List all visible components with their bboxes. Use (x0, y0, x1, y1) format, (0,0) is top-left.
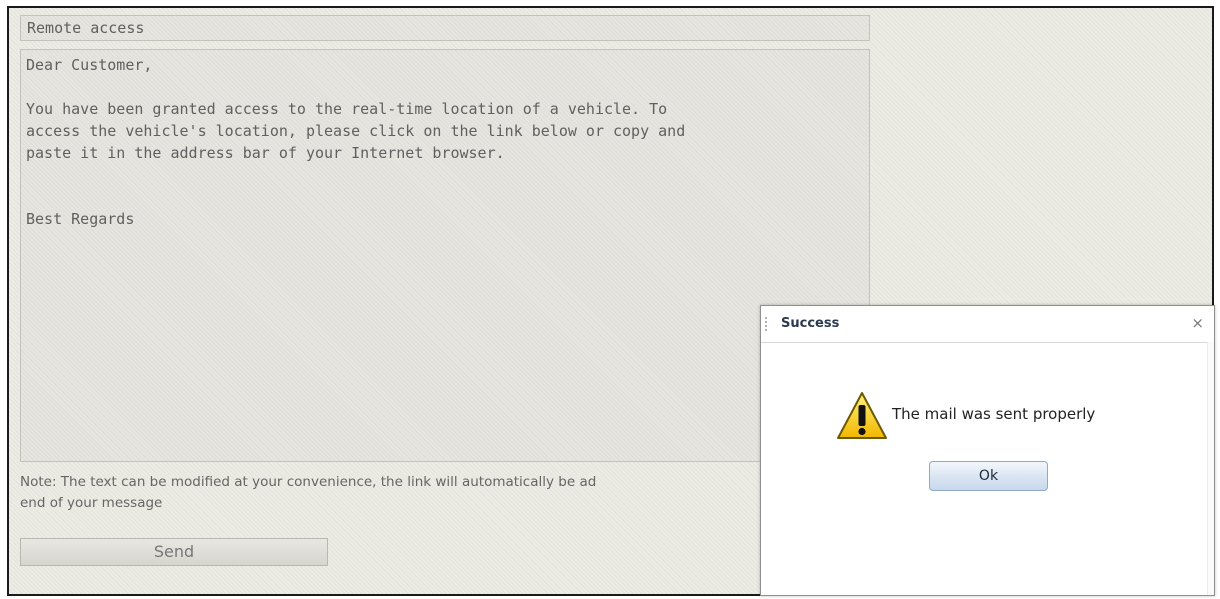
send-button[interactable]: Send (20, 538, 328, 566)
message-line-2: access the vehicle's location, please cl… (26, 122, 686, 140)
note-line-2: end of your message (20, 495, 163, 511)
note-line-1: Note: The text can be modified at your c… (20, 474, 597, 490)
dialog-title: Success (781, 316, 840, 331)
ok-button[interactable]: Ok (929, 461, 1048, 491)
dialog-message: The mail was sent properly (892, 405, 1096, 423)
message-line-3: paste it in the address bar of your Inte… (26, 144, 505, 162)
close-icon[interactable]: × (1191, 315, 1204, 331)
message-greeting: Dear Customer, (26, 56, 153, 74)
message-line-1: You have been granted access to the real… (26, 100, 668, 118)
subject-field[interactable]: Remote access (20, 15, 870, 41)
drag-grip-icon[interactable] (765, 317, 767, 331)
dialog-scrollbar[interactable] (1207, 342, 1214, 595)
warning-icon (837, 392, 887, 439)
message-closing: Best Regards (26, 210, 135, 228)
note-text: Note: The text can be modified at your c… (20, 472, 850, 514)
message-textarea[interactable]: Dear Customer, You have been granted acc… (20, 49, 870, 462)
success-dialog: Success × The mail was sent properly Ok (760, 305, 1215, 596)
dialog-titlebar[interactable]: Success × (761, 306, 1214, 343)
